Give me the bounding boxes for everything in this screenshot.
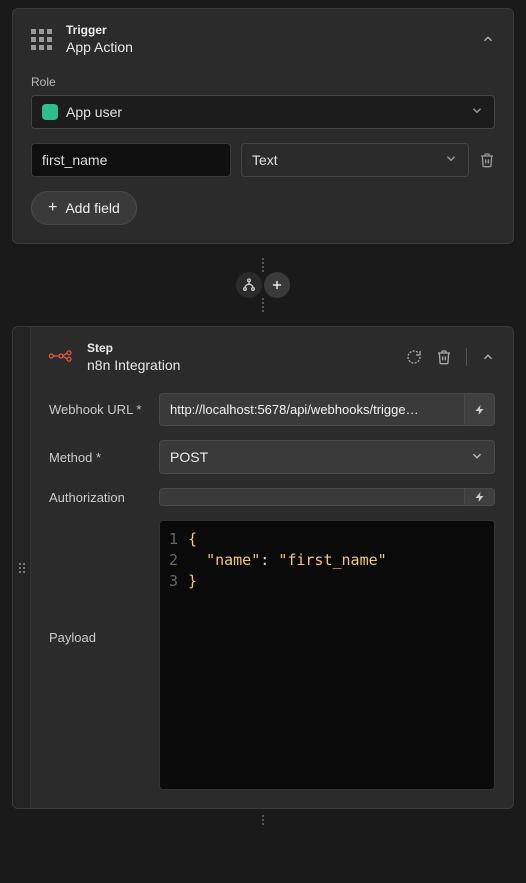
trigger-title: App Action	[66, 39, 467, 55]
step-section-label: Step	[87, 341, 392, 355]
add-field-label: Add field	[65, 200, 119, 216]
method-label: Method *	[49, 450, 149, 465]
step-header: Step n8n Integration	[31, 327, 513, 383]
payload-editor[interactable]: 1{ 2 "name": "first_name" 3}	[159, 520, 495, 790]
role-value: App user	[66, 104, 122, 120]
role-select[interactable]: App user	[31, 95, 495, 129]
drag-handle[interactable]	[13, 327, 31, 808]
refresh-button[interactable]	[406, 349, 422, 365]
field-row: Text	[31, 143, 495, 177]
webhook-row: Webhook URL * http://localhost:5678/api/…	[49, 393, 495, 426]
method-select[interactable]: POST	[159, 440, 495, 474]
webhook-bolt-button[interactable]	[465, 393, 495, 426]
trigger-header-text: Trigger App Action	[66, 23, 467, 55]
add-field-button[interactable]: + Add field	[31, 191, 137, 225]
trigger-header: Trigger App Action	[13, 9, 513, 65]
step-card: Step n8n Integration Webhook URL *	[12, 326, 514, 809]
connector-bottom	[12, 809, 514, 825]
separator	[466, 348, 467, 366]
role-label: Role	[31, 75, 495, 89]
authorization-input[interactable]	[159, 488, 465, 506]
role-color-dot	[42, 104, 58, 120]
connector-line-bottom	[262, 298, 264, 312]
collapse-step-button[interactable]	[481, 350, 495, 364]
trigger-body: Role App user Text + Add field	[13, 65, 513, 243]
field-type-value: Text	[252, 152, 278, 168]
trigger-card: Trigger App Action Role App user Text	[12, 8, 514, 244]
method-row: Method * POST	[49, 440, 495, 474]
connector-line-top	[262, 258, 264, 272]
payload-label: Payload	[49, 520, 149, 790]
field-name-input[interactable]	[31, 143, 231, 177]
method-value: POST	[170, 449, 208, 465]
step-title: n8n Integration	[87, 357, 392, 373]
collapse-trigger-button[interactable]	[481, 32, 495, 46]
grip-icon	[31, 29, 52, 50]
webhook-url-input[interactable]: http://localhost:5678/api/webhooks/trigg…	[159, 393, 465, 426]
add-step-button[interactable]	[264, 272, 290, 298]
step-body: Webhook URL * http://localhost:5678/api/…	[31, 383, 513, 808]
chevron-down-icon	[470, 449, 484, 466]
delete-field-button[interactable]	[479, 151, 495, 169]
plus-icon: +	[48, 200, 57, 216]
chevron-down-icon	[444, 152, 458, 169]
connector	[12, 244, 514, 326]
delete-step-button[interactable]	[436, 348, 452, 366]
authorization-bolt-button[interactable]	[465, 488, 495, 506]
branch-button[interactable]	[236, 272, 262, 298]
trigger-section-label: Trigger	[66, 23, 467, 37]
authorization-label: Authorization	[49, 490, 149, 505]
webhook-label: Webhook URL *	[49, 402, 149, 417]
n8n-icon	[49, 347, 73, 368]
connector-line	[262, 815, 264, 825]
step-header-text: Step n8n Integration	[87, 341, 392, 373]
chevron-down-icon	[470, 104, 484, 121]
field-type-select[interactable]: Text	[241, 143, 469, 177]
payload-row: Payload 1{ 2 "name": "first_name" 3}	[49, 520, 495, 790]
authorization-row: Authorization	[49, 488, 495, 506]
